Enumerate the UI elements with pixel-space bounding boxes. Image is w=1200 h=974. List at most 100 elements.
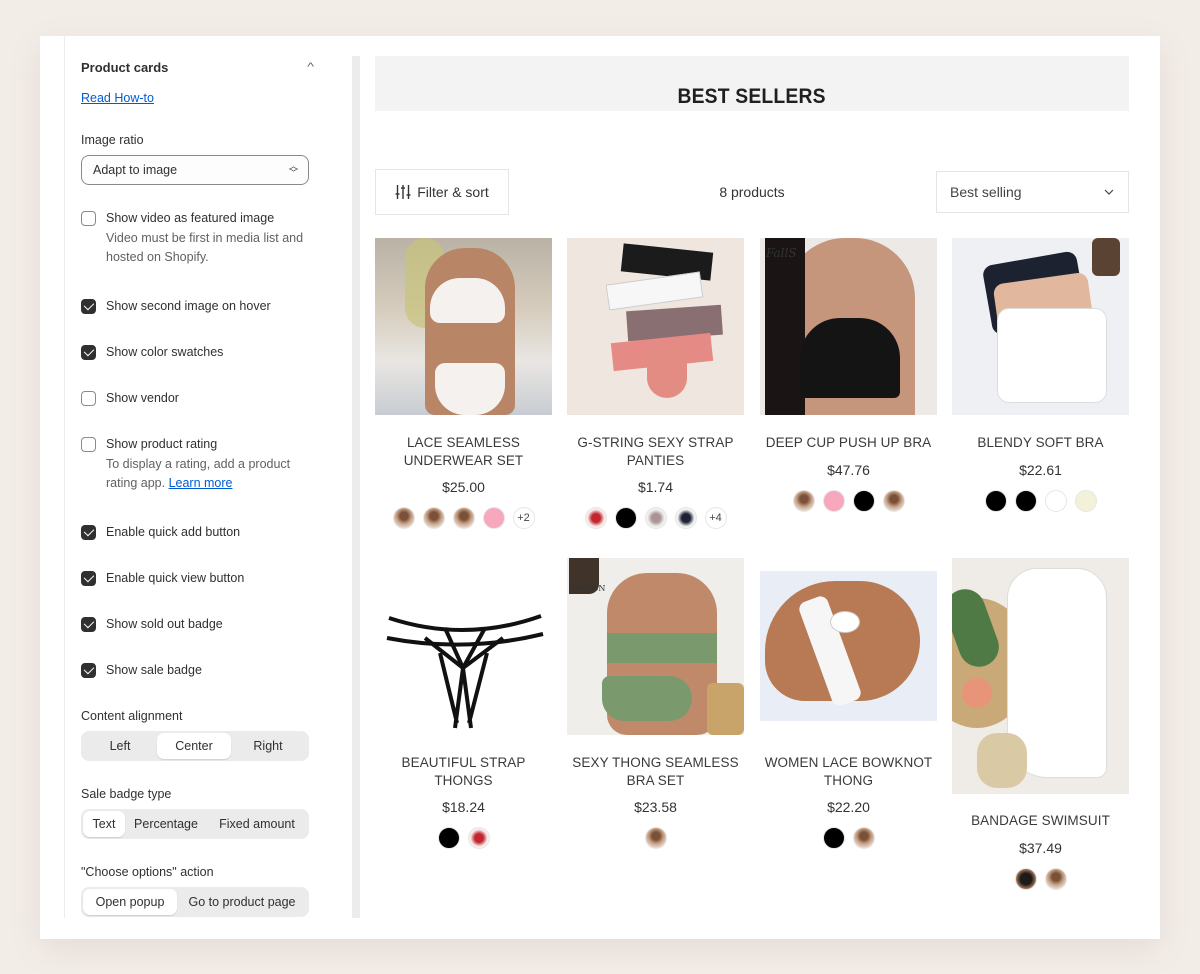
- color-swatch[interactable]: [674, 507, 697, 529]
- badge-type-text[interactable]: Text: [83, 811, 125, 837]
- product-price: $47.76: [827, 461, 870, 478]
- more-swatches-badge[interactable]: +2: [512, 507, 535, 529]
- color-swatch[interactable]: [822, 489, 845, 512]
- swatch-list: +4: [567, 507, 744, 529]
- product-image[interactable]: [952, 558, 1129, 794]
- color-swatch[interactable]: [392, 507, 415, 529]
- alignment-left[interactable]: Left: [83, 733, 157, 759]
- color-swatch[interactable]: [882, 489, 905, 512]
- color-swatch[interactable]: [984, 489, 1007, 512]
- color-swatch[interactable]: [467, 827, 490, 849]
- checkbox-color-swatches[interactable]: Show color swatches: [81, 344, 313, 361]
- badge-type-fixed-amount[interactable]: Fixed amount: [207, 811, 307, 837]
- color-swatch[interactable]: [644, 507, 667, 529]
- product-image[interactable]: CINOON: [567, 558, 744, 735]
- product-image[interactable]: FallS: [760, 238, 937, 415]
- checkbox-show-vendor[interactable]: Show vendor: [81, 390, 313, 407]
- product-name[interactable]: SEXY THONG SEAMLESS BRA SET: [567, 754, 744, 789]
- product-name[interactable]: BEAUTIFUL STRAP THONGS: [375, 754, 552, 789]
- product-card[interactable]: BEAUTIFUL STRAP THONGS $18.24: [375, 558, 552, 849]
- color-swatch[interactable]: [1044, 489, 1067, 512]
- checkbox-label: Show color swatches: [106, 345, 224, 359]
- color-swatch[interactable]: [452, 507, 475, 529]
- product-card[interactable]: BLENDY SOFT BRA $22.61: [952, 238, 1129, 512]
- choose-options-action-label: "Choose options" action: [81, 865, 214, 879]
- color-swatch[interactable]: [1014, 867, 1037, 890]
- color-swatch[interactable]: [852, 827, 875, 849]
- product-card[interactable]: CINOON SEXY THONG SEAMLESS BRA SET $23.58: [567, 558, 744, 849]
- checkbox[interactable]: [81, 617, 96, 632]
- image-ratio-select[interactable]: Adapt to image ︿ ﹀: [81, 155, 309, 185]
- collection-banner: BEST SELLERS: [375, 56, 1129, 111]
- checkbox[interactable]: [81, 299, 96, 314]
- checkbox-sale-badge[interactable]: Show sale badge: [81, 662, 313, 679]
- checkbox-label: Show second image on hover: [106, 299, 271, 313]
- color-swatch[interactable]: [852, 489, 875, 512]
- product-price: $37.49: [1019, 839, 1062, 856]
- product-card[interactable]: LACE SEAMLESS UNDERWEAR SET $25.00 +2: [375, 238, 552, 529]
- alignment-center[interactable]: Center: [157, 733, 231, 759]
- learn-more-link[interactable]: Learn more: [169, 476, 233, 490]
- collection-title: BEST SELLERS: [677, 85, 827, 108]
- color-swatch[interactable]: [437, 827, 460, 849]
- alignment-right[interactable]: Right: [231, 733, 305, 759]
- checkbox[interactable]: [81, 437, 96, 452]
- filter-sort-button[interactable]: Filter & sort: [375, 169, 509, 215]
- action-go-to-product-page[interactable]: Go to product page: [177, 889, 307, 915]
- checkbox[interactable]: [81, 663, 96, 678]
- color-swatch[interactable]: [584, 507, 607, 529]
- color-swatch[interactable]: [482, 507, 505, 529]
- checkbox-label: Show vendor: [106, 391, 179, 405]
- chevron-up-icon[interactable]: ^: [307, 61, 314, 73]
- product-name[interactable]: BLENDY SOFT BRA: [952, 434, 1129, 452]
- color-swatch[interactable]: [614, 507, 637, 529]
- product-card[interactable]: BANDAGE SWIMSUIT $37.49: [952, 558, 1129, 890]
- color-swatch[interactable]: [1074, 489, 1097, 512]
- product-image[interactable]: [375, 558, 552, 735]
- checkbox-label: Enable quick add button: [106, 525, 241, 539]
- product-image[interactable]: [375, 238, 552, 415]
- read-howto-link[interactable]: Read How-to: [81, 91, 154, 105]
- swatch-list: +2: [375, 507, 552, 529]
- checkbox[interactable]: [81, 571, 96, 586]
- product-card[interactable]: WOMEN LACE BOWKNOT THONG $22.20: [760, 571, 937, 849]
- color-swatch[interactable]: [792, 489, 815, 512]
- checkbox-show-video[interactable]: Show video as featured image Video must …: [81, 210, 313, 267]
- choose-options-action-segmented: Open popup Go to product page: [81, 887, 309, 917]
- sort-select[interactable]: Best selling: [936, 171, 1129, 213]
- checkbox-quick-add[interactable]: Enable quick add button: [81, 524, 313, 541]
- color-swatch[interactable]: [1014, 489, 1037, 512]
- select-updown-icon: ︿ ﹀: [288, 161, 298, 178]
- product-price: $22.20: [827, 799, 870, 815]
- product-name[interactable]: DEEP CUP PUSH UP BRA: [760, 434, 937, 452]
- product-name[interactable]: WOMEN LACE BOWKNOT THONG: [760, 754, 937, 789]
- color-swatch[interactable]: [822, 827, 845, 849]
- product-card[interactable]: G-STRING SEXY STRAP PANTIES $1.74 +4: [567, 238, 744, 529]
- image-ratio-value: Adapt to image: [93, 163, 178, 177]
- product-name[interactable]: G-STRING SEXY STRAP PANTIES: [567, 434, 744, 469]
- checkbox[interactable]: [81, 211, 96, 226]
- product-name[interactable]: LACE SEAMLESS UNDERWEAR SET: [375, 434, 552, 469]
- checkbox[interactable]: [81, 391, 96, 406]
- checkbox-sold-out-badge[interactable]: Show sold out badge: [81, 616, 313, 633]
- more-swatches-badge[interactable]: +4: [704, 507, 727, 529]
- checkbox-quick-view[interactable]: Enable quick view button: [81, 570, 313, 587]
- checkbox-product-rating[interactable]: Show product rating To display a rating,…: [81, 436, 313, 493]
- color-swatch[interactable]: [422, 507, 445, 529]
- color-swatch[interactable]: [1044, 867, 1067, 890]
- product-image[interactable]: [760, 571, 937, 721]
- product-card[interactable]: FallS DEEP CUP PUSH UP BRA $47.76: [760, 238, 937, 512]
- checkbox[interactable]: [81, 525, 96, 540]
- product-cards-section-header[interactable]: Product cards ^: [81, 58, 314, 76]
- chevron-down-icon: [1104, 189, 1114, 195]
- badge-type-percentage[interactable]: Percentage: [125, 811, 207, 837]
- product-image[interactable]: [952, 238, 1129, 415]
- product-name[interactable]: BANDAGE SWIMSUIT: [952, 812, 1129, 830]
- color-swatch[interactable]: [644, 827, 667, 849]
- product-price: $25.00: [442, 479, 485, 495]
- checkbox[interactable]: [81, 345, 96, 360]
- image-ratio-label: Image ratio: [81, 133, 144, 147]
- action-open-popup[interactable]: Open popup: [83, 889, 177, 915]
- product-image[interactable]: [567, 238, 744, 415]
- checkbox-second-image-hover[interactable]: Show second image on hover: [81, 298, 313, 315]
